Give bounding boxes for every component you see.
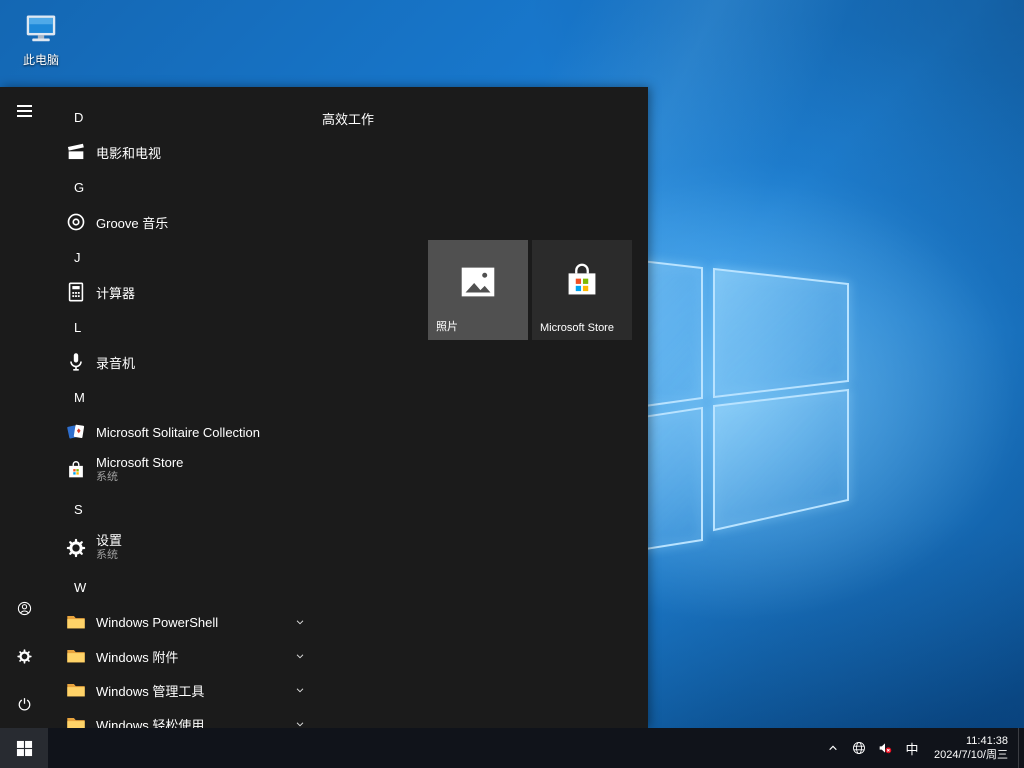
app-label: 电影和电视 — [96, 143, 161, 162]
globe-network-icon — [851, 740, 867, 756]
user-icon — [16, 600, 33, 617]
settings-button[interactable] — [0, 632, 48, 680]
app-item-movies-tv[interactable]: 电影和电视 — [48, 135, 330, 169]
section-letter: L — [74, 320, 81, 335]
clock-date: 2024/7/10/周三 — [934, 748, 1008, 762]
expand-menu-button[interactable] — [0, 87, 48, 135]
groove-music-icon — [64, 210, 88, 234]
section-header-m[interactable]: M — [48, 379, 330, 415]
section-header-j[interactable]: J — [48, 239, 330, 275]
app-label: 录音机 — [96, 353, 135, 372]
calculator-icon — [64, 280, 88, 304]
network-status-button[interactable] — [846, 728, 872, 768]
computer-icon — [22, 10, 60, 48]
screen: 此电脑 — [0, 0, 1024, 768]
photos-icon — [455, 259, 501, 305]
user-account-button[interactable] — [0, 584, 48, 632]
folder-label: Windows 附件 — [96, 647, 178, 666]
section-header-s[interactable]: S — [48, 491, 330, 527]
gear-icon — [16, 648, 33, 665]
chevron-down-icon — [294, 684, 306, 696]
chevron-down-icon — [294, 616, 306, 628]
folder-icon — [64, 610, 88, 634]
folder-item-accessories[interactable]: Windows 附件 — [48, 639, 330, 673]
app-label: 设置 — [96, 533, 122, 548]
tile-microsoft-store[interactable]: Microsoft Store — [532, 240, 632, 340]
app-item-groove-music[interactable]: Groove 音乐 — [48, 205, 330, 239]
app-item-solitaire[interactable]: Microsoft Solitaire Collection — [48, 415, 330, 449]
app-label: Microsoft Solitaire Collection — [96, 425, 260, 440]
windows-logo-icon — [16, 740, 33, 757]
system-tray: 中 11:41:38 2024/7/10/周三 — [820, 728, 1024, 768]
power-icon — [16, 696, 33, 713]
folder-label: Windows 管理工具 — [96, 681, 204, 700]
ime-indicator[interactable]: 中 — [898, 739, 926, 758]
app-label: 计算器 — [96, 283, 135, 302]
folder-item-ease-of-access[interactable]: Windows 轻松使用 — [48, 707, 330, 728]
folder-icon — [64, 712, 88, 728]
section-letter: G — [74, 180, 84, 195]
tile-group-title[interactable]: 高效工作 — [322, 109, 374, 128]
section-header-g[interactable]: G — [48, 169, 330, 205]
solitaire-icon — [64, 420, 88, 444]
app-item-microsoft-store[interactable]: Microsoft Store 系统 — [48, 449, 330, 491]
section-letter: S — [74, 502, 83, 517]
app-label: Microsoft Store — [96, 455, 183, 470]
chevron-up-icon — [825, 740, 841, 756]
section-letter: D — [74, 110, 83, 125]
start-button[interactable] — [0, 728, 48, 768]
movies-tv-icon — [64, 140, 88, 164]
folder-label: Windows PowerShell — [96, 615, 218, 630]
section-letter: M — [74, 390, 85, 405]
folder-icon — [64, 678, 88, 702]
app-subtitle: 系统 — [96, 548, 122, 563]
folder-icon — [64, 644, 88, 668]
tile-label: 照片 — [436, 318, 524, 334]
store-icon — [64, 458, 88, 482]
chevron-down-icon — [294, 650, 306, 662]
clock-time: 11:41:38 — [934, 734, 1008, 748]
chevron-down-icon — [294, 718, 306, 728]
store-icon — [559, 259, 605, 305]
taskbar: 中 11:41:38 2024/7/10/周三 — [0, 728, 1024, 768]
clock[interactable]: 11:41:38 2024/7/10/周三 — [926, 734, 1018, 762]
app-item-settings[interactable]: 设置 系统 — [48, 527, 330, 569]
volume-muted-button[interactable] — [872, 728, 898, 768]
tray-expand-button[interactable] — [820, 728, 846, 768]
folder-item-admin-tools[interactable]: Windows 管理工具 — [48, 673, 330, 707]
app-item-voice-recorder[interactable]: 录音机 — [48, 345, 330, 379]
show-desktop-button[interactable] — [1018, 728, 1024, 768]
folder-item-powershell[interactable]: Windows PowerShell — [48, 605, 330, 639]
app-label: Groove 音乐 — [96, 213, 168, 232]
section-header-d[interactable]: D — [48, 99, 330, 135]
folder-label: Windows 轻松使用 — [96, 715, 204, 729]
app-list: D 电影和电视 G Groove 音乐 J — [48, 87, 330, 728]
power-button[interactable] — [0, 680, 48, 728]
tile-photos[interactable]: 照片 — [428, 240, 528, 340]
app-item-calculator[interactable]: 计算器 — [48, 275, 330, 309]
rail-bottom — [0, 584, 48, 728]
tile-row: 照片 Microsoft Store — [428, 240, 632, 340]
app-text: 设置 系统 — [96, 533, 122, 563]
section-letter: J — [74, 250, 81, 265]
volume-muted-icon — [877, 740, 893, 756]
gear-icon — [64, 536, 88, 560]
section-header-w[interactable]: W — [48, 569, 330, 605]
voice-recorder-icon — [64, 350, 88, 374]
hamburger-icon — [17, 105, 32, 117]
this-pc-desktop-icon[interactable]: 此电脑 — [12, 10, 70, 68]
tile-label: Microsoft Store — [540, 322, 628, 334]
start-menu: D 电影和电视 G Groove 音乐 J — [0, 87, 648, 728]
app-text: Microsoft Store 系统 — [96, 455, 183, 485]
section-letter: W — [74, 580, 86, 595]
section-header-l[interactable]: L — [48, 309, 330, 345]
start-menu-rail — [0, 87, 48, 728]
this-pc-label: 此电脑 — [23, 51, 59, 68]
app-subtitle: 系统 — [96, 470, 183, 485]
